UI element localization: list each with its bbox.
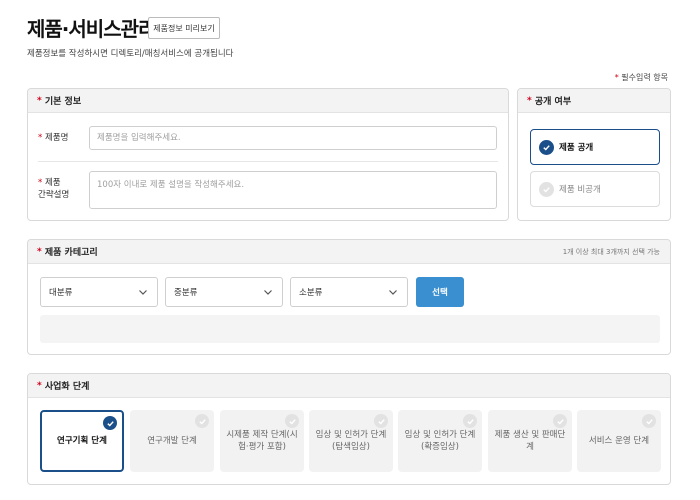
visibility-panel: * 공개 여부 제품 공개 제품 비공개	[517, 88, 671, 221]
stage-card-label: 서비스 운영 단계	[588, 436, 650, 446]
chevron-down-icon	[139, 290, 147, 295]
visibility-header: * 공개 여부	[518, 89, 670, 113]
required-mark: *	[37, 95, 42, 106]
product-desc-label-line2: 간략설명	[38, 190, 70, 200]
check-icon	[553, 414, 567, 428]
basic-info-panel: * 기본 정보 * 제품명 * 제품 간략설명	[27, 88, 509, 221]
visibility-title: 공개 여부	[534, 97, 572, 107]
stage-card-label: 연구개발 단계	[147, 436, 197, 446]
visibility-option-label: 제품 비공개	[559, 185, 601, 195]
stage-card-research-planning[interactable]: 연구기획 단계	[40, 410, 124, 472]
stage-title: 사업화 단계	[44, 382, 90, 392]
category-title: 제품 카테고리	[44, 248, 98, 258]
required-mark: *	[37, 380, 42, 391]
stage-panel: * 사업화 단계 연구기획 단계 연구개발 단계 시제품 제작 단계(시험·평가…	[27, 373, 671, 485]
check-icon	[374, 414, 388, 428]
category-panel: * 제품 카테고리 1개 이상 최대 3개까지 선택 가능 대분류 중분류 소분…	[27, 239, 671, 355]
basic-info-title: 기본 정보	[44, 97, 82, 107]
check-icon	[195, 414, 209, 428]
select-value: 대분류	[49, 288, 73, 298]
page-title: 제품·서비스관리	[27, 17, 156, 41]
product-desc-textarea[interactable]	[89, 171, 497, 209]
stage-card-clinical-exploratory[interactable]: 임상 및 인허가 단계(탐색임상)	[309, 410, 393, 472]
required-mark: *	[38, 133, 43, 143]
stage-card-production-sales[interactable]: 제품 생산 및 판매단계	[488, 410, 572, 472]
stage-card-label: 임상 및 인허가 단계(확증임상)	[404, 430, 476, 452]
chevron-down-icon	[389, 290, 397, 295]
product-name-label-text: 제품명	[44, 133, 69, 143]
select-value: 중분류	[174, 288, 198, 298]
basic-info-header: * 기본 정보	[28, 89, 508, 113]
check-icon	[463, 414, 477, 428]
stage-card-label: 제품 생산 및 판매단계	[494, 430, 566, 452]
check-icon	[285, 414, 299, 428]
stage-card-label: 시제품 제작 단계(시험·평가 포함)	[226, 430, 298, 452]
required-mark: *	[37, 246, 42, 257]
check-icon	[103, 416, 117, 430]
check-icon	[642, 414, 656, 428]
chevron-down-icon	[264, 290, 272, 295]
stage-card-service-operation[interactable]: 서비스 운영 단계	[577, 410, 661, 472]
required-mark: *	[527, 95, 532, 106]
product-name-label: * 제품명	[38, 132, 68, 144]
required-mark: *	[38, 178, 43, 188]
stage-card-research-development[interactable]: 연구개발 단계	[130, 410, 214, 472]
category-minor-select[interactable]: 소분류	[290, 277, 408, 307]
category-major-select[interactable]: 대분류	[40, 277, 158, 307]
stage-header: * 사업화 단계	[28, 374, 670, 398]
required-mark: *	[614, 73, 619, 82]
row-divider	[38, 161, 498, 162]
selected-category-box	[40, 315, 660, 343]
product-preview-button[interactable]: 제품정보 미리보기	[148, 17, 220, 39]
check-icon	[539, 139, 554, 155]
product-name-input[interactable]	[89, 126, 497, 150]
product-desc-label: * 제품 간략설명	[38, 177, 69, 201]
category-middle-select[interactable]: 중분류	[165, 277, 283, 307]
select-value: 소분류	[299, 288, 323, 298]
category-select-button[interactable]: 선택	[416, 277, 464, 307]
visibility-option-public[interactable]: 제품 공개	[530, 129, 660, 165]
page-subtitle: 제품정보를 작성하시면 디렉토리/매칭서비스에 공개됩니다	[27, 49, 234, 59]
visibility-option-label: 제품 공개	[559, 143, 594, 153]
stage-card-label: 임상 및 인허가 단계(탐색임상)	[315, 430, 387, 452]
visibility-option-private[interactable]: 제품 비공개	[530, 171, 660, 207]
product-desc-label-line1: 제품	[44, 178, 61, 188]
stage-card-clinical-confirmatory[interactable]: 임상 및 인허가 단계(확증임상)	[398, 410, 482, 472]
check-icon	[539, 181, 554, 197]
required-note: * 필수입력 항목	[615, 72, 668, 83]
category-hint: 1개 이상 최대 3개까지 선택 가능	[562, 247, 660, 256]
required-note-text: 필수입력 항목	[621, 73, 668, 82]
stage-card-label: 연구기획 단계	[57, 436, 107, 446]
stage-card-prototype[interactable]: 시제품 제작 단계(시험·평가 포함)	[220, 410, 304, 472]
category-header: * 제품 카테고리 1개 이상 최대 3개까지 선택 가능	[28, 240, 670, 264]
